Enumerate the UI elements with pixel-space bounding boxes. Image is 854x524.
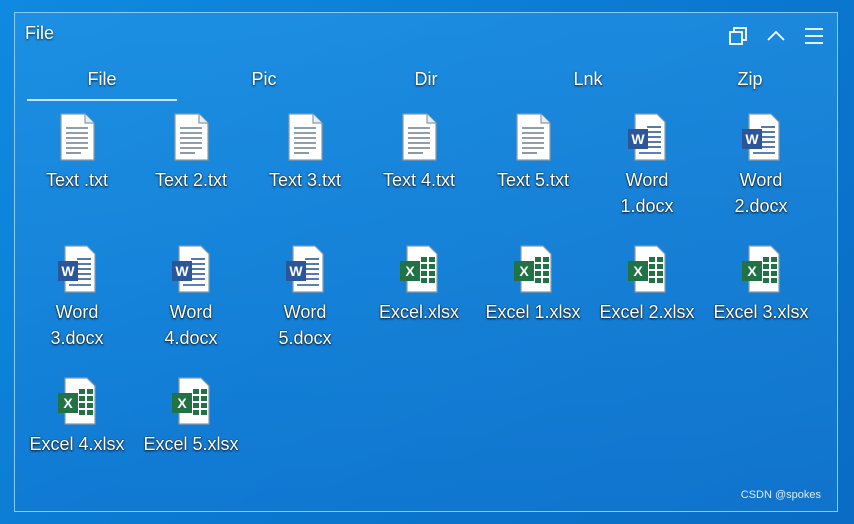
svg-text:X: X <box>519 263 529 279</box>
file-item[interactable]: X Excel 2.xlsx <box>590 245 704 325</box>
hamburger-menu-icon[interactable] <box>801 23 827 49</box>
file-name: Text 5.txt <box>496 170 570 190</box>
excel-file-icon: X <box>400 245 438 293</box>
svg-text:X: X <box>63 395 73 411</box>
chevron-up-icon[interactable] <box>763 23 789 49</box>
svg-text:W: W <box>61 263 75 279</box>
file-name: Text 3.txt <box>268 170 342 190</box>
file-name: Excel.xlsx <box>378 302 459 322</box>
file-name: Word 4.docx <box>164 302 218 348</box>
svg-text:X: X <box>177 395 187 411</box>
word-file-icon: W <box>742 113 780 161</box>
svg-text:W: W <box>289 263 303 279</box>
file-name: Excel 1.xlsx <box>485 302 581 322</box>
file-item[interactable]: X Excel 3.xlsx <box>704 245 818 325</box>
file-name: Excel 2.xlsx <box>599 302 695 322</box>
word-file-icon: W <box>628 113 666 161</box>
tab-file[interactable]: File <box>27 65 177 101</box>
word-file-icon: W <box>286 245 324 293</box>
text-file-icon <box>60 113 95 161</box>
tab-zip[interactable]: Zip <box>675 65 825 99</box>
file-item[interactable]: X Excel.xlsx <box>362 245 476 325</box>
file-item[interactable]: X Excel 5.xlsx <box>134 377 248 457</box>
file-item[interactable]: Text .txt <box>20 113 134 193</box>
text-file-icon <box>174 113 209 161</box>
window-restore-icon[interactable] <box>725 23 751 49</box>
file-item[interactable]: Text 4.txt <box>362 113 476 193</box>
svg-text:X: X <box>405 263 415 279</box>
excel-file-icon: X <box>628 245 666 293</box>
file-item[interactable]: Text 2.txt <box>134 113 248 193</box>
file-name: Excel 5.xlsx <box>143 434 239 454</box>
file-item[interactable]: X Excel 1.xlsx <box>476 245 590 325</box>
window-controls <box>725 23 827 49</box>
file-name: Word 2.docx <box>734 170 788 216</box>
tab-lnk[interactable]: Lnk <box>513 65 663 99</box>
file-name: Word 1.docx <box>620 170 674 216</box>
tab-bar: File Pic Dir Lnk Zip <box>27 65 827 101</box>
svg-text:W: W <box>175 263 189 279</box>
file-name: Word 5.docx <box>278 302 332 348</box>
excel-file-icon: X <box>172 377 210 425</box>
file-name: Text 2.txt <box>154 170 228 190</box>
text-file-icon <box>288 113 323 161</box>
file-item[interactable]: W Word 5.docx <box>248 245 362 351</box>
text-file-icon <box>402 113 437 161</box>
file-name: Word 3.docx <box>50 302 104 348</box>
word-file-icon: W <box>172 245 210 293</box>
svg-text:X: X <box>747 263 757 279</box>
file-name: Excel 4.xlsx <box>29 434 125 454</box>
file-name: Text .txt <box>45 170 108 190</box>
excel-file-icon: X <box>742 245 780 293</box>
text-file-icon <box>516 113 551 161</box>
file-panel: File File Pic Dir Lnk Zip Text .txt Text… <box>14 12 838 512</box>
tab-pic[interactable]: Pic <box>189 65 339 99</box>
file-item[interactable]: W Word 1.docx <box>590 113 704 219</box>
word-file-icon: W <box>58 245 96 293</box>
file-name: Text 4.txt <box>382 170 456 190</box>
svg-text:W: W <box>631 131 645 147</box>
file-item[interactable]: Text 5.txt <box>476 113 590 193</box>
panel-title: File <box>25 23 55 43</box>
file-item[interactable]: W Word 3.docx <box>20 245 134 351</box>
svg-text:W: W <box>745 131 759 147</box>
tab-dir[interactable]: Dir <box>351 65 501 99</box>
file-item[interactable]: Text 3.txt <box>248 113 362 193</box>
excel-file-icon: X <box>58 377 96 425</box>
watermark: CSDN @spokes <box>740 489 821 501</box>
file-item[interactable]: W Word 2.docx <box>704 113 818 219</box>
file-item[interactable]: W Word 4.docx <box>134 245 248 351</box>
file-item[interactable]: X Excel 4.xlsx <box>20 377 134 457</box>
file-name: Excel 3.xlsx <box>713 302 809 322</box>
excel-file-icon: X <box>514 245 552 293</box>
svg-text:X: X <box>633 263 643 279</box>
